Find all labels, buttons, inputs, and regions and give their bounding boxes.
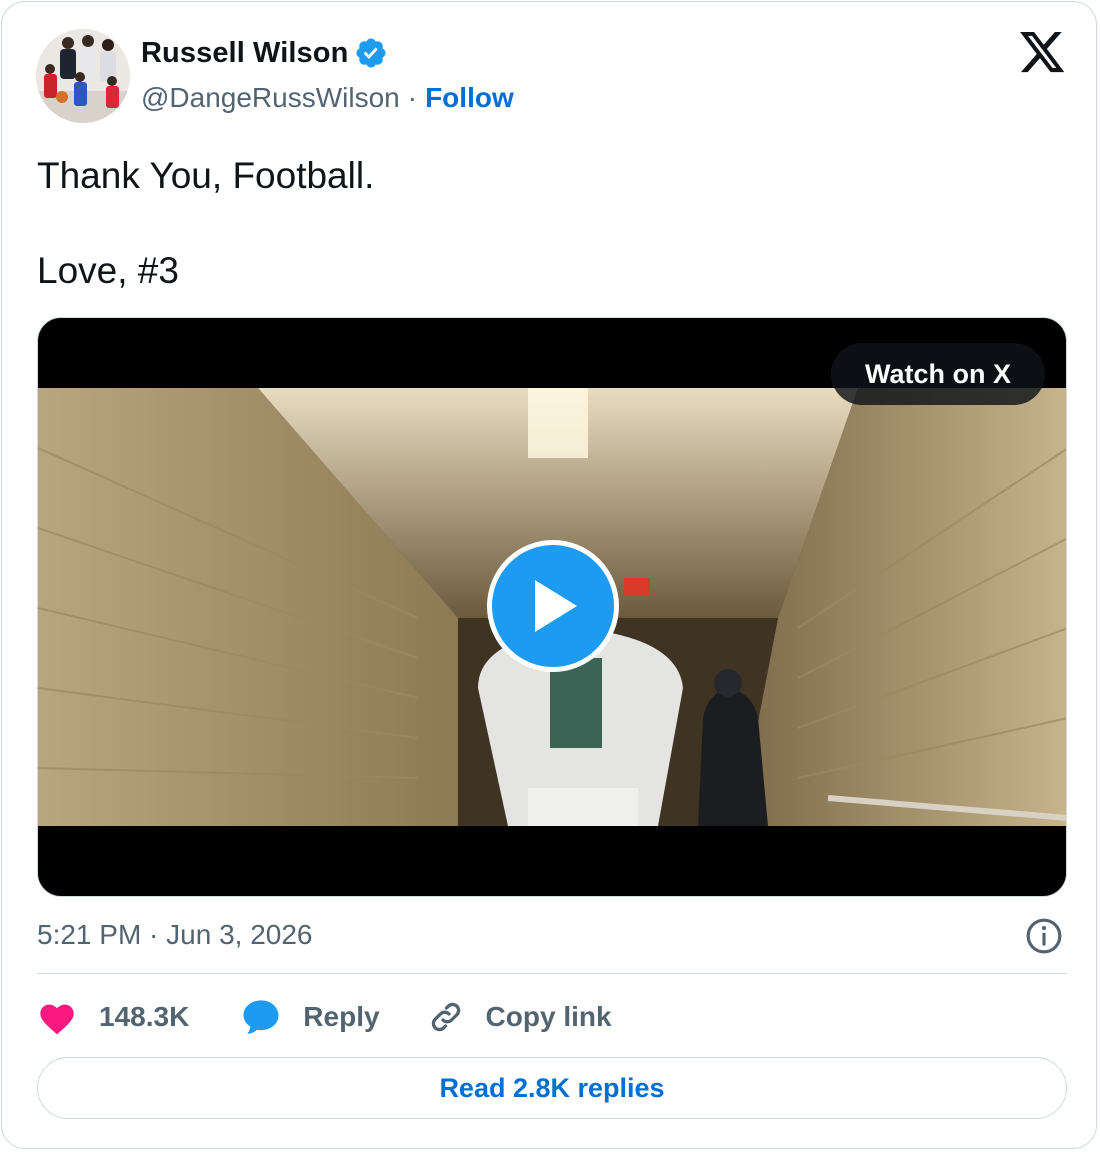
author-handle-row: @DangeRussWilson · Follow (141, 82, 514, 114)
reply-button[interactable]: Reply (241, 998, 380, 1036)
action-bar: 148.3K Reply Copy link (37, 995, 612, 1039)
timestamp-link[interactable]: 5:21 PM · Jun 3, 2026 (37, 919, 313, 951)
separator-dot: · (407, 82, 418, 113)
play-button[interactable] (487, 540, 619, 672)
read-replies-button[interactable]: Read 2.8K replies (37, 1057, 1067, 1119)
watch-on-x-button[interactable]: Watch on X (831, 343, 1045, 405)
reply-label: Reply (303, 1001, 380, 1032)
like-button[interactable]: 148.3K (37, 998, 189, 1036)
tweet-embed-card: Russell Wilson @DangeRussWilson · Follow… (1, 1, 1097, 1149)
avatar-photo (36, 29, 130, 123)
tweet-text: Thank You, Football. Love, #3 (37, 152, 374, 295)
copy-link-label: Copy link (485, 1001, 612, 1032)
link-icon (428, 999, 464, 1035)
author-name-row: Russell Wilson (141, 36, 388, 70)
video-player[interactable]: Watch on X (37, 317, 1067, 897)
reply-bubble-icon (241, 998, 281, 1036)
copy-link-button[interactable]: Copy link (428, 999, 612, 1035)
verified-badge-icon (354, 36, 388, 70)
divider (37, 973, 1067, 974)
heart-icon (37, 998, 77, 1036)
follow-button[interactable]: Follow (425, 82, 514, 114)
avatar[interactable] (36, 29, 130, 123)
like-count: 148.3K (99, 1001, 190, 1032)
author-handle[interactable]: @DangeRussWilson (141, 82, 400, 114)
tweet-text-line: Love, #3 (37, 250, 179, 291)
play-icon (535, 580, 577, 632)
tweet-meta-row: 5:21 PM · Jun 3, 2026 (37, 917, 1067, 957)
tweet-text-line: Thank You, Football. (37, 155, 375, 196)
x-logo-icon[interactable] (1020, 32, 1066, 74)
author-display-name[interactable]: Russell Wilson (141, 37, 348, 70)
info-icon[interactable] (1025, 917, 1063, 955)
